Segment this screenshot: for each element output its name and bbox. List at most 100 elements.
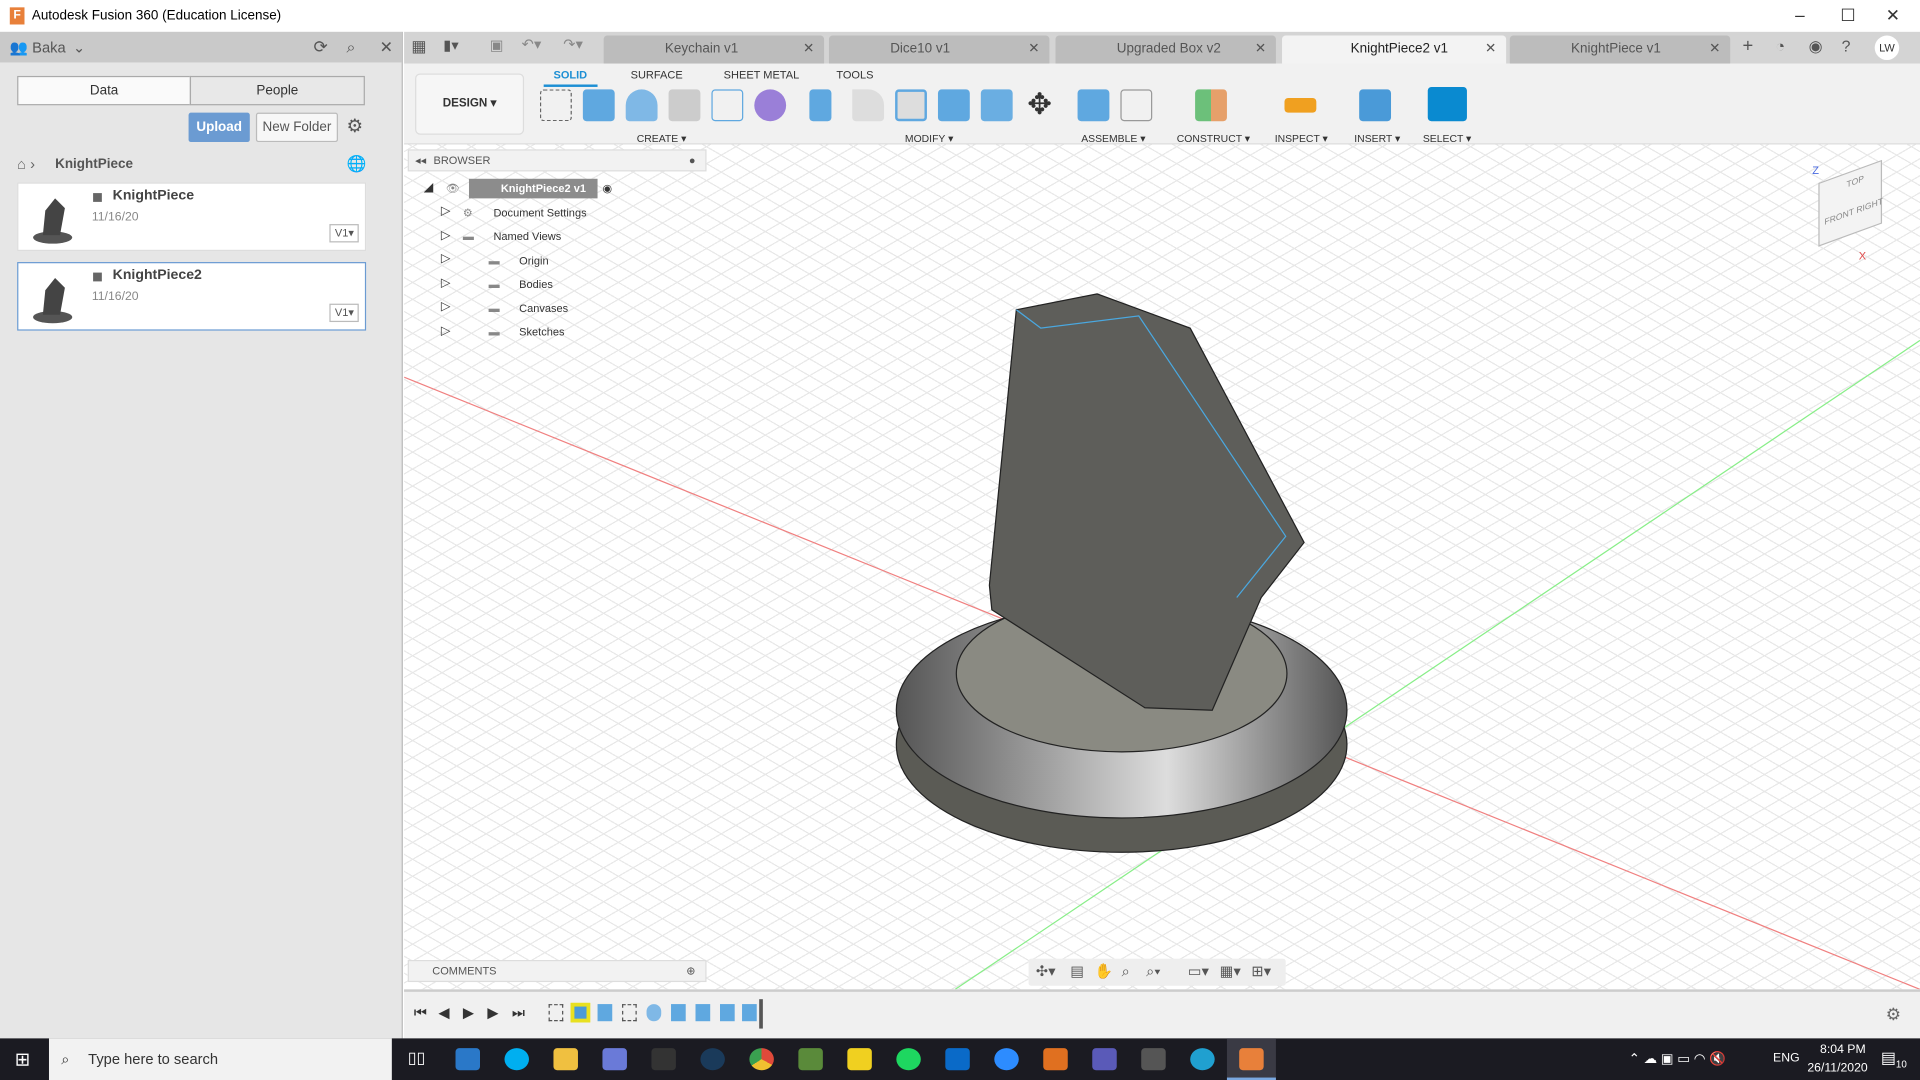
timeline-extrude[interactable] xyxy=(720,1004,735,1022)
tab-surface[interactable]: SURFACE xyxy=(631,69,683,81)
viewports-icon[interactable]: ⊞▾ xyxy=(1251,962,1271,979)
insert-canvas-icon[interactable] xyxy=(1359,89,1392,122)
windows-start-icon[interactable]: ⊞ xyxy=(15,1048,30,1070)
hole-icon[interactable] xyxy=(668,89,701,122)
team-selector[interactable]: Baka xyxy=(32,39,66,56)
redo-icon[interactable]: ↷▾ xyxy=(563,36,583,53)
calculator-app-icon[interactable] xyxy=(1141,1048,1166,1071)
tab-tools[interactable]: TOOLS xyxy=(836,69,873,81)
timeline-extrude[interactable] xyxy=(597,1004,613,1022)
create-sketch-icon[interactable] xyxy=(540,89,572,122)
task-view-icon[interactable]: ▯▯ xyxy=(408,1048,426,1068)
clock-date[interactable]: 26/11/2020 xyxy=(1807,1062,1867,1075)
new-component-icon[interactable] xyxy=(1077,89,1110,122)
fit-icon[interactable]: ⌕▾ xyxy=(1146,962,1160,980)
first-step-icon[interactable]: ⏮ xyxy=(414,1004,427,1022)
language-indicator[interactable]: ENG xyxy=(1773,1052,1800,1065)
browser-item-origin[interactable]: Origin xyxy=(519,251,548,271)
timeline-settings-icon[interactable]: ⚙ xyxy=(1886,1004,1901,1025)
file-explorer-icon[interactable] xyxy=(553,1048,578,1071)
timeline-marker[interactable] xyxy=(759,999,763,1029)
action-center-icon[interactable]: ▤10 xyxy=(1881,1048,1907,1070)
display-settings-icon[interactable]: ▭▾ xyxy=(1188,962,1209,979)
search-icon[interactable]: ⌕ xyxy=(347,37,356,57)
timeline-sketch[interactable] xyxy=(548,1004,564,1022)
browser-root-node[interactable]: KnightPiece2 v1 xyxy=(468,178,598,199)
timeline-canvas[interactable] xyxy=(570,1002,591,1023)
timeline-extrude[interactable] xyxy=(742,1004,757,1022)
press-pull-icon[interactable] xyxy=(809,89,832,122)
tray-icons[interactable]: ⌃ ☁ ▣ ▭ ◠ 🔇 xyxy=(1629,1051,1726,1067)
maximize-button[interactable]: ☐ xyxy=(1840,5,1855,26)
doc-tab-keychain[interactable]: Keychain v1 ✕ xyxy=(603,35,825,64)
combine-icon[interactable] xyxy=(937,89,970,122)
save-icon[interactable]: ▣ xyxy=(490,37,504,54)
discord-app-icon[interactable] xyxy=(602,1048,627,1071)
prev-step-icon[interactable]: ◀ xyxy=(438,1004,449,1021)
taskbar-search[interactable]: ⌕ Type here to search xyxy=(48,1038,392,1080)
browser-item-named-views[interactable]: Named Views xyxy=(493,227,561,247)
minecraft-app-icon[interactable] xyxy=(798,1048,823,1071)
tab-solid[interactable]: SOLID xyxy=(543,69,597,87)
collapse-root-icon[interactable]: ◢ xyxy=(424,181,433,194)
zoom-icon[interactable]: ⌕ xyxy=(1122,962,1130,980)
cortana-app-icon[interactable] xyxy=(1190,1048,1215,1071)
extrude-icon[interactable] xyxy=(582,89,615,122)
home-icon[interactable]: ⌂ › xyxy=(17,156,35,173)
new-folder-button[interactable]: New Folder xyxy=(255,112,338,143)
play-icon[interactable]: ▶ xyxy=(463,1004,474,1021)
timeline-extrude[interactable] xyxy=(695,1004,711,1022)
3d-viewport[interactable]: TOP FRONT RIGHT Z X xyxy=(404,144,1920,990)
next-step-icon[interactable]: ▶ xyxy=(487,1004,498,1021)
doc-tab-knightpiece[interactable]: KnightPiece v1 ✕ xyxy=(1509,35,1731,64)
new-tab-icon[interactable]: + xyxy=(1742,36,1753,57)
browser-item-bodies[interactable]: Bodies xyxy=(519,274,553,294)
fillet-icon[interactable] xyxy=(852,89,885,122)
create-form-icon[interactable] xyxy=(754,89,787,122)
joint-icon[interactable] xyxy=(1120,89,1153,122)
browser-item-document-settings[interactable]: Document Settings xyxy=(493,203,586,223)
look-at-icon[interactable]: ▤ xyxy=(1070,962,1084,979)
tab-people[interactable]: People xyxy=(189,75,365,106)
grid-menu-icon[interactable]: ▦ xyxy=(411,37,426,57)
activate-radio-icon[interactable]: ◉ xyxy=(602,179,612,199)
select-icon[interactable] xyxy=(1427,86,1467,122)
globe-icon[interactable]: 🌐 xyxy=(347,154,367,174)
move-icon[interactable]: ✥ xyxy=(1024,89,1056,121)
tab-data[interactable]: Data xyxy=(17,75,192,106)
tab-sheet-metal[interactable]: SHEET METAL xyxy=(724,69,800,81)
browser-item-canvases[interactable]: Canvases xyxy=(519,299,568,319)
revolve-icon[interactable] xyxy=(625,89,658,122)
doc-tab-upgraded-box[interactable]: Upgraded Box v2 ✕ xyxy=(1055,35,1276,64)
sticky-notes-icon[interactable] xyxy=(847,1048,872,1071)
minimize-button[interactable]: – xyxy=(1795,5,1805,25)
measure-icon[interactable] xyxy=(1284,97,1317,113)
settings-gear-icon[interactable]: ⚙ xyxy=(347,115,363,137)
timeline-extrude[interactable] xyxy=(671,1004,686,1022)
close-button[interactable]: ✕ xyxy=(1886,5,1900,26)
workspace-switcher[interactable]: DESIGN ▾ xyxy=(415,73,525,135)
timeline-sketch[interactable] xyxy=(622,1004,637,1022)
sublime-app-icon[interactable] xyxy=(1043,1048,1068,1071)
outlook-app-icon[interactable] xyxy=(945,1048,970,1071)
chrome-app-icon[interactable] xyxy=(749,1048,774,1071)
visibility-eye-icon[interactable]: 👁 xyxy=(446,179,460,199)
version-dropdown[interactable]: V1▾ xyxy=(329,224,359,243)
skype-app-icon[interactable] xyxy=(504,1048,529,1071)
user-avatar[interactable]: LW xyxy=(1874,35,1900,61)
job-status-icon[interactable]: ◔ xyxy=(1776,37,1786,55)
teams-app-icon[interactable] xyxy=(1092,1048,1117,1071)
steam-app-icon[interactable] xyxy=(700,1048,725,1071)
close-panel-icon[interactable]: ✕ xyxy=(380,37,393,57)
file-menu-icon[interactable]: ▮▾ xyxy=(443,37,458,54)
undo-icon[interactable]: ↶▾ xyxy=(522,36,542,53)
doc-tab-dice10[interactable]: Dice10 v1 ✕ xyxy=(828,35,1050,64)
upload-button[interactable]: Upload xyxy=(188,112,250,143)
browser-panel-header[interactable]: ◂◂ BROWSER ● xyxy=(407,149,707,172)
pattern-icon[interactable] xyxy=(711,89,744,122)
file-card[interactable]: ◼ KnightPiece2 11/16/20 V1▾ xyxy=(17,262,367,331)
mail-app-icon[interactable] xyxy=(455,1048,481,1071)
browser-item-sketches[interactable]: Sketches xyxy=(519,322,564,342)
last-step-icon[interactable]: ⏭ xyxy=(512,1004,525,1022)
shell-icon[interactable] xyxy=(895,89,927,122)
